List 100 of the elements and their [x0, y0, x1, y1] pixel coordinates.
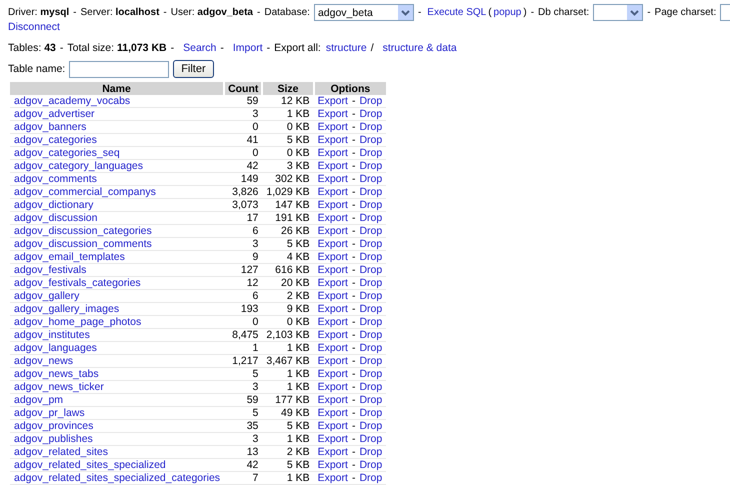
drop-link[interactable]: Drop [359, 420, 382, 432]
export-link[interactable]: Export [318, 381, 348, 393]
header-link[interactable]: Execute SQL [427, 7, 486, 18]
table-name-link[interactable]: adgov_related_sites_specialized_categories [14, 472, 220, 484]
drop-link[interactable]: Drop [359, 199, 382, 211]
drop-link[interactable]: Drop [359, 407, 382, 419]
drop-link[interactable]: Drop [359, 290, 382, 302]
drop-link[interactable]: Drop [359, 446, 382, 458]
export-link[interactable]: Export [318, 160, 348, 172]
drop-link[interactable]: Drop [359, 225, 382, 237]
table-name-link[interactable]: adgov_provinces [14, 420, 94, 432]
drop-link[interactable]: Drop [359, 303, 382, 315]
export-link[interactable]: Export [318, 277, 348, 289]
export-link[interactable]: Export [318, 147, 348, 159]
table-name-link[interactable]: adgov_categories [14, 134, 97, 146]
table-name-link[interactable]: adgov_banners [14, 121, 86, 133]
table-name-link[interactable]: adgov_categories_seq [14, 147, 120, 159]
drop-link[interactable]: Drop [359, 134, 382, 146]
export-link[interactable]: Export [318, 446, 348, 458]
export-link[interactable]: Export [318, 199, 348, 211]
summary-link[interactable]: structure & data [382, 42, 457, 54]
drop-link[interactable]: Drop [359, 186, 382, 198]
table-name-link[interactable]: adgov_gallery [14, 290, 80, 302]
table-name-link[interactable]: adgov_discussion_categories [14, 225, 152, 237]
table-name-link[interactable]: adgov_news_ticker [14, 381, 104, 393]
export-link[interactable]: Export [318, 316, 348, 328]
drop-link[interactable]: Drop [359, 251, 382, 263]
dropdown-field[interactable] [593, 4, 644, 21]
table-name-link[interactable]: adgov_comments [14, 173, 97, 185]
table-name-link[interactable]: adgov_dictionary [14, 199, 94, 211]
export-link[interactable]: Export [318, 238, 348, 250]
table-name-link[interactable]: adgov_advertiser [14, 108, 95, 120]
export-link[interactable]: Export [318, 303, 348, 315]
table-name-link[interactable]: adgov_related_sites [14, 446, 108, 458]
drop-link[interactable]: Drop [359, 368, 382, 380]
table-name-link[interactable]: adgov_festivals_categories [14, 277, 141, 289]
summary-link[interactable]: structure [326, 42, 367, 54]
table-name-link[interactable]: adgov_languages [14, 342, 97, 354]
table-name-link[interactable]: adgov_academy_vocabs [14, 95, 130, 107]
export-link[interactable]: Export [318, 368, 348, 380]
table-name-link[interactable]: adgov_home_page_photos [14, 316, 142, 328]
table-name-link[interactable]: adgov_category_languages [14, 160, 144, 172]
table-name-link[interactable]: adgov_publishes [14, 433, 93, 445]
drop-link[interactable]: Drop [359, 316, 382, 328]
export-link[interactable]: Export [318, 355, 348, 367]
drop-link[interactable]: Drop [359, 108, 382, 120]
drop-link[interactable]: Drop [359, 147, 382, 159]
export-link[interactable]: Export [318, 407, 348, 419]
drop-link[interactable]: Drop [359, 433, 382, 445]
export-link[interactable]: Export [318, 459, 348, 471]
drop-link[interactable]: Drop [359, 277, 382, 289]
table-name-link[interactable]: adgov_news_tabs [14, 368, 99, 380]
export-link[interactable]: Export [318, 433, 348, 445]
summary-link[interactable]: Import [232, 42, 263, 54]
drop-link[interactable]: Drop [359, 121, 382, 133]
table-name-link[interactable]: adgov_gallery_images [14, 303, 120, 315]
table-name-link[interactable]: adgov_news [14, 355, 73, 367]
drop-link[interactable]: Drop [359, 342, 382, 354]
export-link[interactable]: Export [318, 173, 348, 185]
drop-link[interactable]: Drop [359, 160, 382, 172]
drop-link[interactable]: Drop [359, 459, 382, 471]
table-name-link[interactable]: adgov_pm [14, 394, 64, 406]
table-name-field[interactable] [69, 60, 170, 78]
drop-link[interactable]: Drop [359, 173, 382, 185]
table-name-link[interactable]: adgov_pr_laws [14, 407, 85, 419]
drop-link[interactable]: Drop [359, 394, 382, 406]
export-link[interactable]: Export [318, 264, 348, 276]
table-name-link[interactable]: adgov_discussion_comments [14, 238, 152, 250]
export-link[interactable]: Export [318, 95, 348, 107]
export-link[interactable]: Export [318, 108, 348, 120]
dropdown-field[interactable]: adgov_beta [314, 4, 414, 21]
filter-button[interactable]: Filter [173, 60, 214, 78]
export-link[interactable]: Export [318, 121, 348, 133]
drop-link[interactable]: Drop [359, 329, 382, 341]
table-name-link[interactable]: adgov_related_sites_specialized [14, 459, 166, 471]
export-link[interactable]: Export [318, 251, 348, 263]
export-link[interactable]: Export [318, 394, 348, 406]
export-link[interactable]: Export [318, 225, 348, 237]
table-name-link[interactable]: adgov_festivals [14, 264, 86, 276]
export-link[interactable]: Export [318, 342, 348, 354]
header-link[interactable]: popup [494, 7, 522, 18]
drop-link[interactable]: Drop [359, 238, 382, 250]
export-link[interactable]: Export [318, 134, 348, 146]
export-link[interactable]: Export [318, 290, 348, 302]
table-name-link[interactable]: adgov_email_templates [14, 251, 125, 263]
drop-link[interactable]: Drop [359, 264, 382, 276]
table-name-link[interactable]: adgov_institutes [14, 329, 90, 341]
drop-link[interactable]: Drop [359, 212, 382, 224]
drop-link[interactable]: Drop [359, 381, 382, 393]
export-link[interactable]: Export [318, 329, 348, 341]
drop-link[interactable]: Drop [359, 95, 382, 107]
drop-link[interactable]: Drop [359, 355, 382, 367]
export-link[interactable]: Export [318, 472, 348, 484]
table-name-link[interactable]: adgov_discussion [14, 212, 98, 224]
export-link[interactable]: Export [318, 420, 348, 432]
summary-link[interactable]: Search [183, 42, 216, 54]
export-link[interactable]: Export [318, 186, 348, 198]
export-link[interactable]: Export [318, 212, 348, 224]
drop-link[interactable]: Drop [359, 472, 382, 484]
disconnect-link[interactable]: Disconnect [8, 21, 60, 33]
